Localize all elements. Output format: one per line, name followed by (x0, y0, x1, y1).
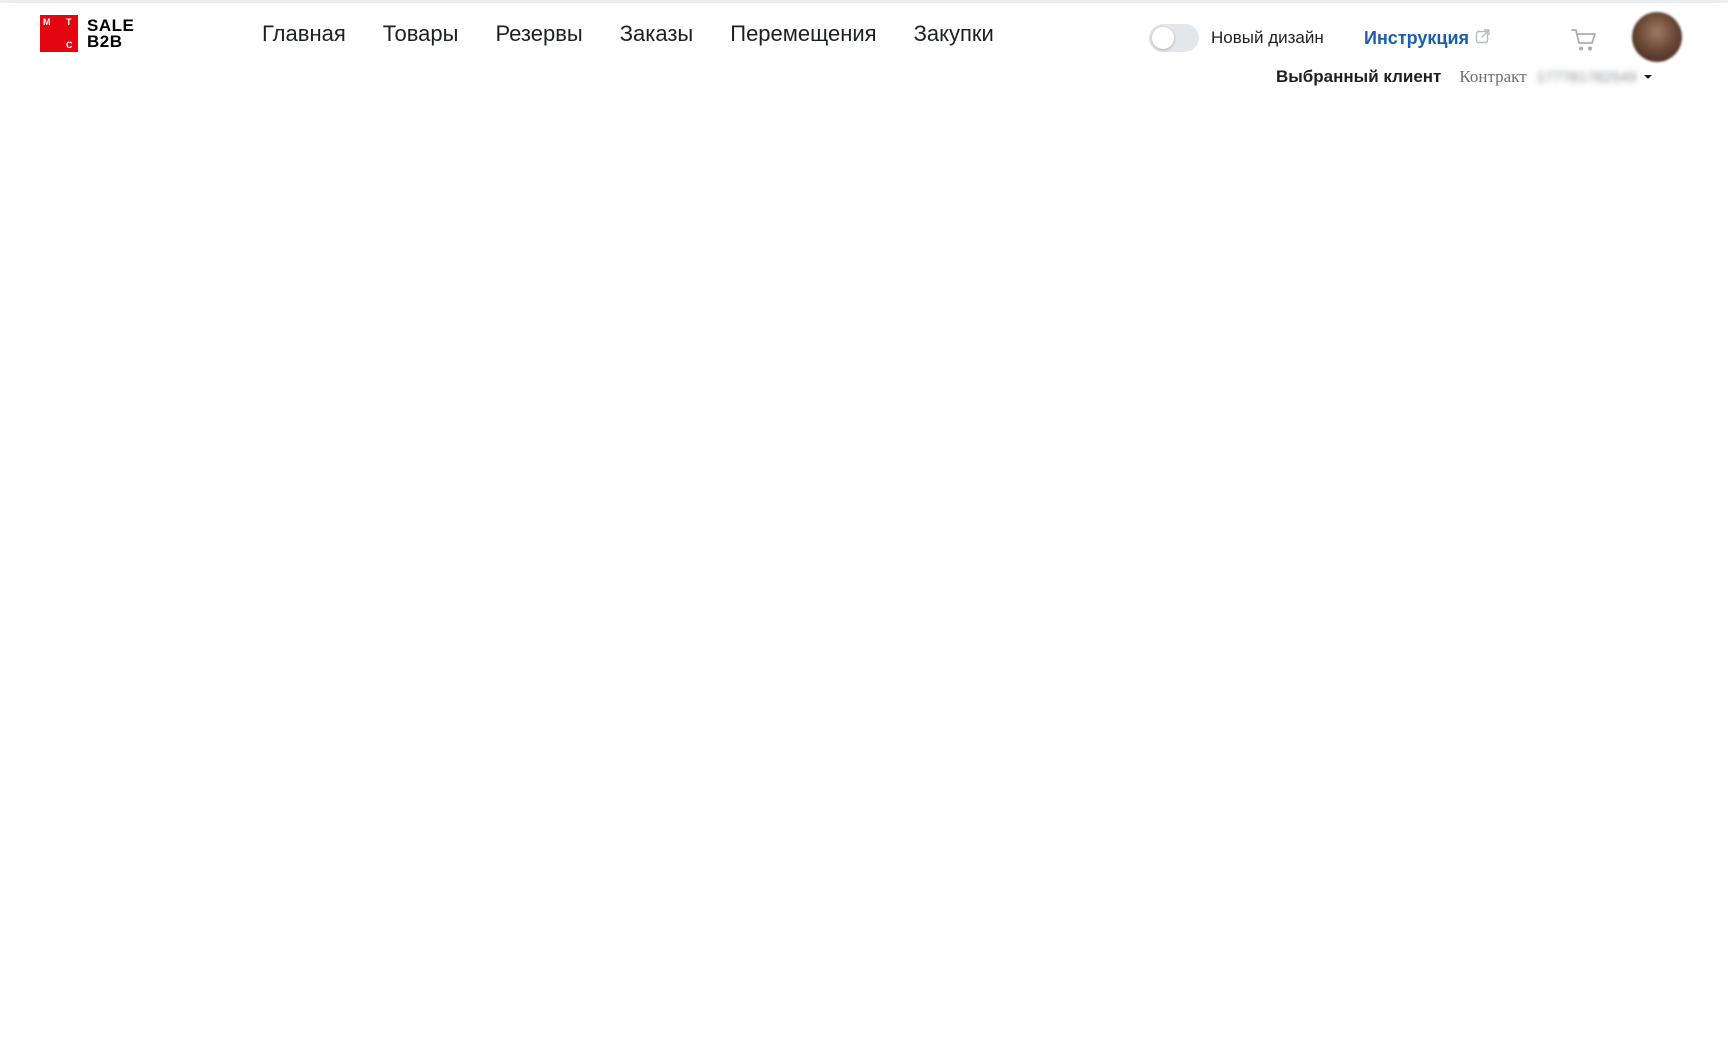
brand-line2: B2B (87, 31, 123, 51)
contract-label: Контракт (1459, 67, 1527, 86)
brand-mark: М Т С (40, 15, 78, 52)
selected-client-label: Выбранный клиент (1276, 67, 1442, 86)
instruction-link[interactable]: Инструкция (1364, 28, 1491, 49)
brand-text: SALE B2B (87, 17, 134, 51)
nav-item-transfers[interactable]: Перемещения (730, 21, 876, 47)
external-link-icon (1475, 28, 1491, 49)
brand-mark-letter: Т (66, 17, 72, 27)
brand-mark-letter: М (43, 17, 51, 27)
cart-icon (1570, 29, 1598, 57)
toggle-knob (1152, 27, 1174, 49)
header: М Т С SALE B2B Главная Товары Резервы За… (0, 3, 1728, 99)
nav-item-home[interactable]: Главная (262, 21, 346, 47)
brand-mark-letter: С (66, 40, 73, 50)
caret-down-icon[interactable] (1643, 68, 1653, 86)
main-nav: Главная Товары Резервы Заказы Перемещени… (262, 21, 994, 47)
avatar[interactable] (1632, 12, 1682, 62)
cart-button[interactable] (1570, 27, 1598, 53)
instruction-label: Инструкция (1364, 28, 1470, 48)
nav-item-reserves[interactable]: Резервы (495, 21, 582, 47)
nav-item-purchases[interactable]: Закупки (914, 21, 994, 47)
new-design-label: Новый дизайн (1211, 28, 1324, 47)
main-content (0, 99, 1728, 1050)
new-design-toggle-group: Новый дизайн (1149, 24, 1324, 52)
nav-item-orders[interactable]: Заказы (620, 21, 694, 47)
contract-value[interactable]: 177781782549 (1537, 69, 1637, 86)
new-design-toggle[interactable] (1149, 24, 1199, 52)
brand-logo[interactable]: М Т С SALE B2B (40, 15, 134, 52)
client-selector: Выбранный клиент Контракт 177781782549 (1276, 67, 1653, 87)
nav-item-products[interactable]: Товары (383, 21, 459, 47)
